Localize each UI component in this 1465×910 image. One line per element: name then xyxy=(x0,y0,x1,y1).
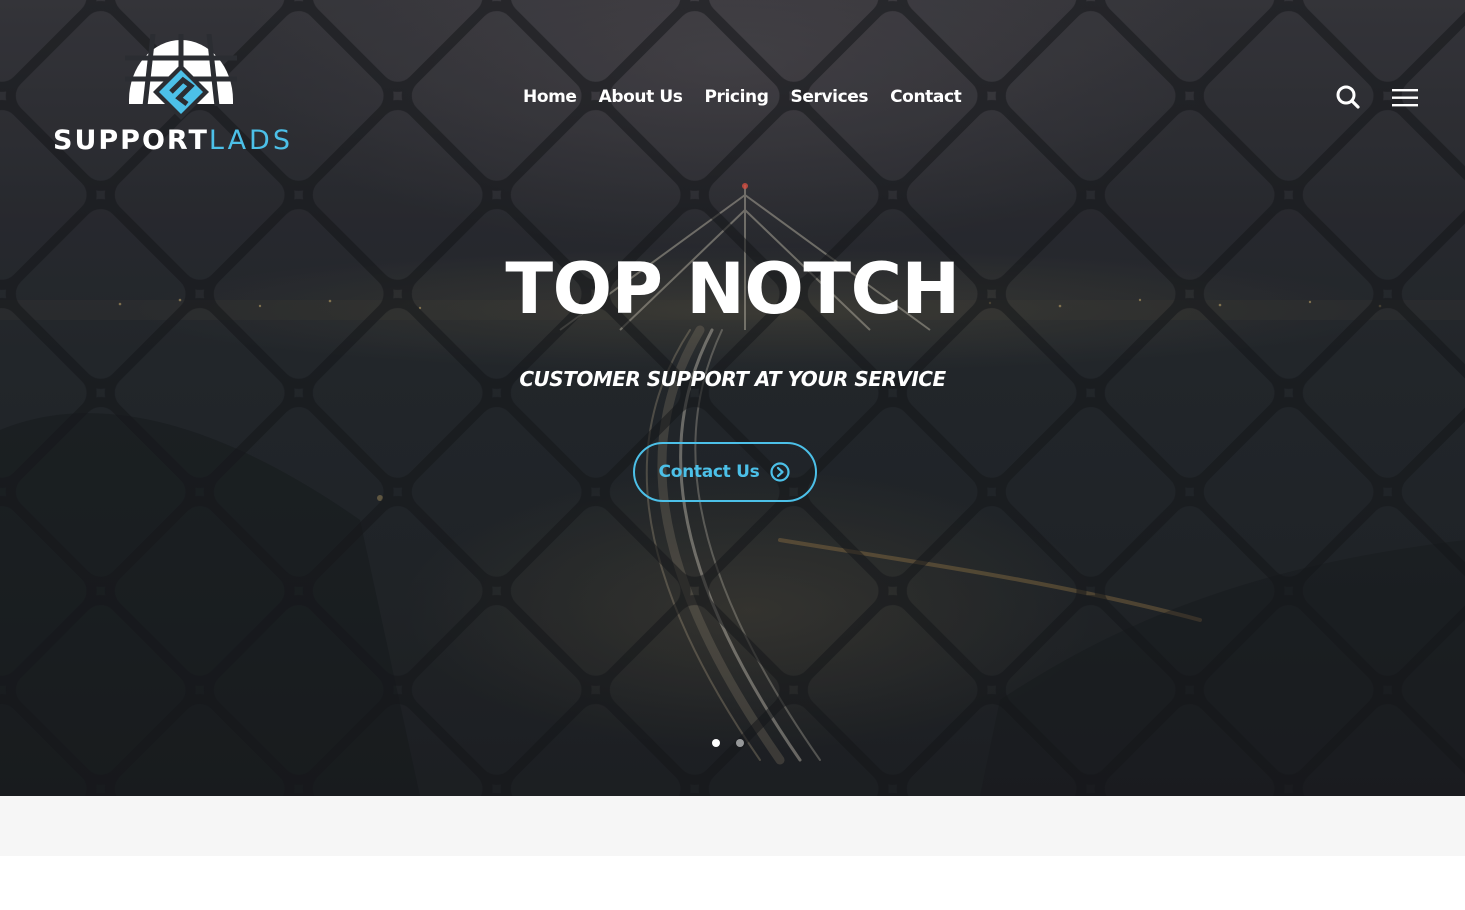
light-section-band xyxy=(0,796,1465,856)
nav-item-pricing[interactable]: Pricing xyxy=(693,82,779,112)
site-logo[interactable]: SUPPORTLADS xyxy=(53,34,313,156)
hamburger-menu-icon xyxy=(1392,89,1418,107)
menu-button[interactable] xyxy=(1390,86,1420,110)
nav-item-about-us[interactable]: About Us xyxy=(588,82,694,112)
logo-wordmark-secondary: LADS xyxy=(208,125,293,156)
main-navigation: Home About Us Pricing Services Contact xyxy=(512,82,972,112)
hero-title: TOP NOTCH xyxy=(505,248,960,330)
nav-item-services[interactable]: Services xyxy=(780,82,880,112)
contact-us-button-label: Contact Us xyxy=(658,462,760,482)
hero-subtitle: CUSTOMER SUPPORT AT YOUR SERVICE xyxy=(519,367,946,391)
search-icon xyxy=(1336,85,1360,109)
logo-wordmark: SUPPORTLADS xyxy=(53,124,293,158)
nav-item-contact[interactable]: Contact xyxy=(879,82,972,112)
slider-pagination xyxy=(712,739,744,747)
hero-slider: SUPPORTLADS Home About Us Pricing Servic… xyxy=(0,0,1465,796)
search-button[interactable] xyxy=(1335,84,1361,110)
slider-dot-1[interactable] xyxy=(712,739,720,747)
page-content-area xyxy=(0,856,1465,910)
contact-us-button[interactable]: Contact Us xyxy=(633,442,817,502)
globe-grid-logo-icon xyxy=(125,34,237,120)
logo-wordmark-primary: SUPPORT xyxy=(53,125,209,156)
slider-dot-2[interactable] xyxy=(736,739,744,747)
circle-chevron-right-icon xyxy=(770,462,791,482)
nav-item-home[interactable]: Home xyxy=(512,82,588,112)
